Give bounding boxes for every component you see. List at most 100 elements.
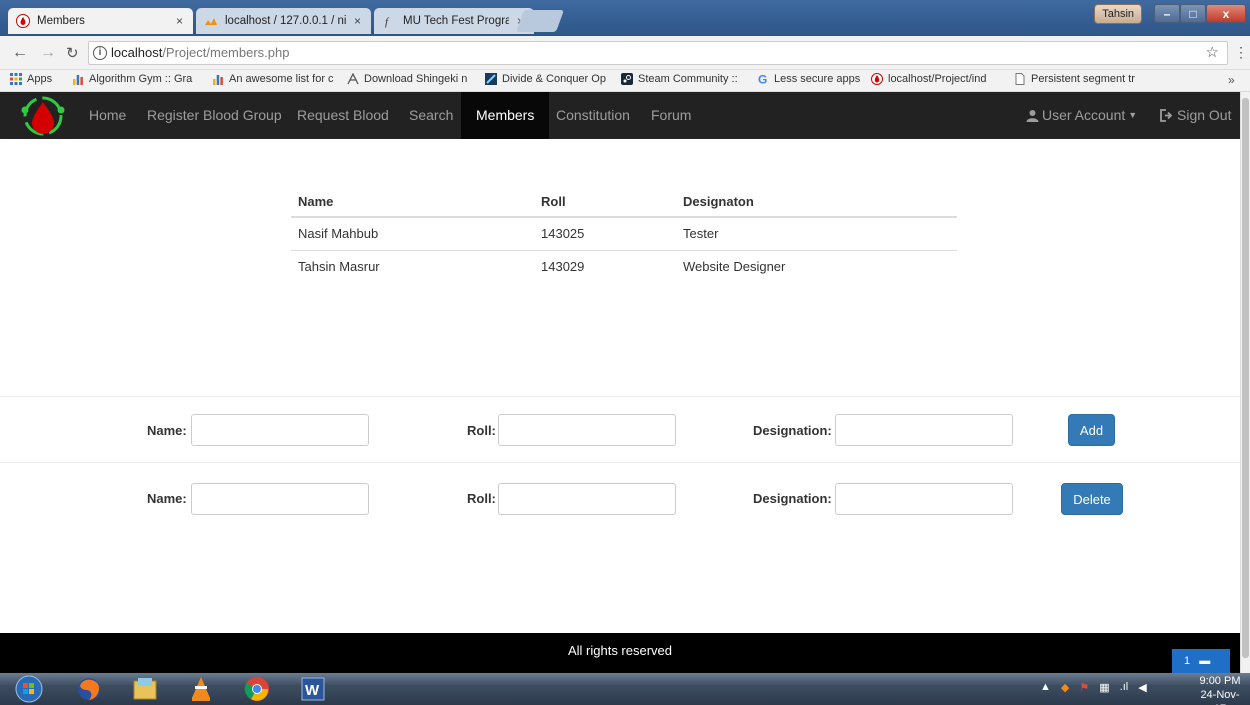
bookmark-persistent-segment[interactable]: Persistent segment tr (1014, 73, 1146, 85)
bookmark-less-secure-apps[interactable]: G Less secure apps (757, 73, 862, 85)
firefox-icon[interactable] (66, 675, 112, 703)
google-icon: G (758, 73, 767, 85)
address-toolbar: ← → ↻ i localhost/Project/members.php ☆ … (0, 36, 1250, 70)
bookmark-divide-conquer[interactable]: Divide & Conquer Op (485, 73, 609, 85)
volume-icon[interactable]: ◀ (1138, 681, 1146, 694)
bookmark-shingeki[interactable]: Download Shingeki n (347, 73, 472, 85)
phpmyadmin-icon (205, 18, 217, 25)
vlc-tray-icon[interactable]: ◆ (1061, 681, 1069, 694)
nav-members[interactable]: Members (461, 92, 550, 139)
svg-text:W: W (305, 682, 320, 699)
bookmark-label: Apps (27, 73, 53, 85)
page-icon (1015, 73, 1025, 85)
address-bar[interactable]: i localhost/Project/members.php ☆ (88, 41, 1228, 65)
tech-fest-icon: f (385, 16, 390, 28)
sign-out-icon (1160, 109, 1173, 122)
bookmark-steam[interactable]: Steam Community :: (621, 73, 744, 85)
new-tab-button[interactable] (515, 10, 565, 32)
word-icon[interactable]: W (290, 675, 336, 703)
steam-icon (621, 73, 633, 85)
bookmarks-bar: Apps Algorithm Gym :: Gra An awesome lis… (0, 70, 1250, 92)
tab-tech-fest[interactable]: f MU Tech Fest Programm × (374, 8, 534, 34)
sign-out-link[interactable]: Sign Out (1146, 92, 1245, 139)
bookmark-label: Download Shingeki n (364, 73, 468, 85)
anime-icon (347, 73, 359, 85)
tab-label: Members (37, 15, 85, 27)
chrome-icon[interactable] (234, 675, 280, 703)
delete-designation-input[interactable] (835, 483, 1013, 515)
start-orb-icon[interactable] (6, 675, 52, 703)
bookmark-apps[interactable]: Apps (10, 73, 70, 85)
nav-constitution[interactable]: Constitution (541, 92, 645, 139)
vlc-icon[interactable] (178, 675, 224, 703)
page-scrollbar[interactable] (1240, 92, 1250, 673)
apps-grid-icon (10, 73, 22, 85)
maximize-button[interactable]: □ (1180, 4, 1206, 23)
back-arrow-icon[interactable]: ← (12, 44, 28, 62)
blood-drop-icon (16, 14, 30, 28)
bookmarks-overflow[interactable]: » (1228, 73, 1235, 87)
bookmark-star-icon[interactable]: ☆ (1206, 42, 1219, 64)
footer-text: All rights reserved (567, 643, 673, 658)
name-label: Name: (147, 423, 187, 438)
bookmark-label: An awesome list for c (229, 73, 334, 85)
action-center-flag-icon[interactable]: ⚑ (1079, 681, 1089, 694)
name-label: Name: (147, 491, 187, 506)
nav-register-blood-group[interactable]: Register Blood Group (132, 92, 297, 139)
chat-widget[interactable]: 1 ▬ (1172, 649, 1230, 673)
bookmark-awesome-list[interactable]: An awesome list for c (212, 73, 337, 85)
delete-button[interactable]: Delete (1061, 483, 1123, 515)
delete-roll-input[interactable] (498, 483, 676, 515)
table-header-row: Name Roll Designaton (291, 186, 957, 218)
close-icon[interactable]: × (354, 14, 361, 28)
tab-phpmyadmin[interactable]: localhost / 127.0.0.1 / nir × (196, 8, 371, 34)
svg-text:G: G (758, 73, 767, 85)
blood-drop-logo[interactable] (19, 96, 67, 136)
cell-designation: Website Designer (683, 259, 786, 275)
blood-drop-icon (871, 73, 883, 85)
tray-arrow-icon[interactable]: ▲ (1040, 681, 1051, 694)
browser-title-bar: Members × localhost / 127.0.0.1 / nir × … (0, 0, 1250, 36)
bookmark-label: Algorithm Gym :: Gra (89, 73, 193, 85)
divide-icon (485, 73, 497, 85)
nav-request-blood[interactable]: Request Blood (282, 92, 404, 139)
chat-bubble-icon: ▬ (1199, 655, 1211, 667)
nav-search[interactable]: Search (394, 92, 468, 139)
close-window-button[interactable]: x (1206, 4, 1246, 23)
roll-label: Roll: (467, 423, 496, 438)
cell-designation: Tester (676, 217, 957, 251)
column-header-name: Name (291, 186, 534, 218)
url-path: /Project/members.php (162, 45, 290, 60)
tab-members[interactable]: Members × (8, 8, 193, 34)
clock-time: 9:00 PM (1199, 675, 1241, 687)
forward-arrow-icon[interactable]: → (40, 44, 56, 62)
close-icon[interactable]: × (176, 14, 183, 28)
delete-name-input[interactable] (191, 483, 369, 515)
members-table: Name Roll Designaton Nasif Mahbub 143025… (291, 186, 957, 283)
reload-icon[interactable]: ↻ (66, 44, 79, 62)
file-explorer-icon[interactable] (122, 675, 168, 703)
taskbar-clock[interactable]: 9:00 PM 24-Nov-17 (1196, 674, 1244, 705)
add-roll-input[interactable] (498, 414, 676, 446)
table-row: Tahsin Masrur 143029 Website Designer (291, 250, 957, 283)
user-icon (1026, 110, 1039, 122)
bookmark-label: Persistent segment tr (1031, 73, 1135, 85)
user-account-dropdown[interactable]: User Account ▼ (1014, 92, 1149, 139)
bookmark-algorithm-gym[interactable]: Algorithm Gym :: Gra (72, 73, 204, 85)
bookmark-label: localhost/Project/ind (888, 73, 987, 85)
add-name-input[interactable] (191, 414, 369, 446)
scrollbar-thumb[interactable] (1242, 98, 1249, 658)
minimize-button[interactable]: – (1154, 4, 1180, 23)
add-designation-input[interactable] (835, 414, 1013, 446)
bookmark-label: Divide & Conquer Op (502, 73, 606, 85)
bar-chart-icon (73, 75, 83, 85)
info-icon[interactable]: i (93, 46, 107, 60)
network-icon[interactable]: ▦ (1099, 681, 1109, 694)
profile-chip[interactable]: Tahsin (1094, 4, 1142, 24)
column-header-designation: Designaton (676, 186, 957, 218)
bookmark-localhost-project[interactable]: localhost/Project/ind (871, 73, 1004, 85)
add-button[interactable]: Add (1068, 414, 1115, 446)
signal-icon[interactable]: .ıl (1120, 681, 1129, 694)
menu-dots-icon[interactable]: ⋮ (1234, 44, 1248, 61)
nav-forum[interactable]: Forum (636, 92, 706, 139)
